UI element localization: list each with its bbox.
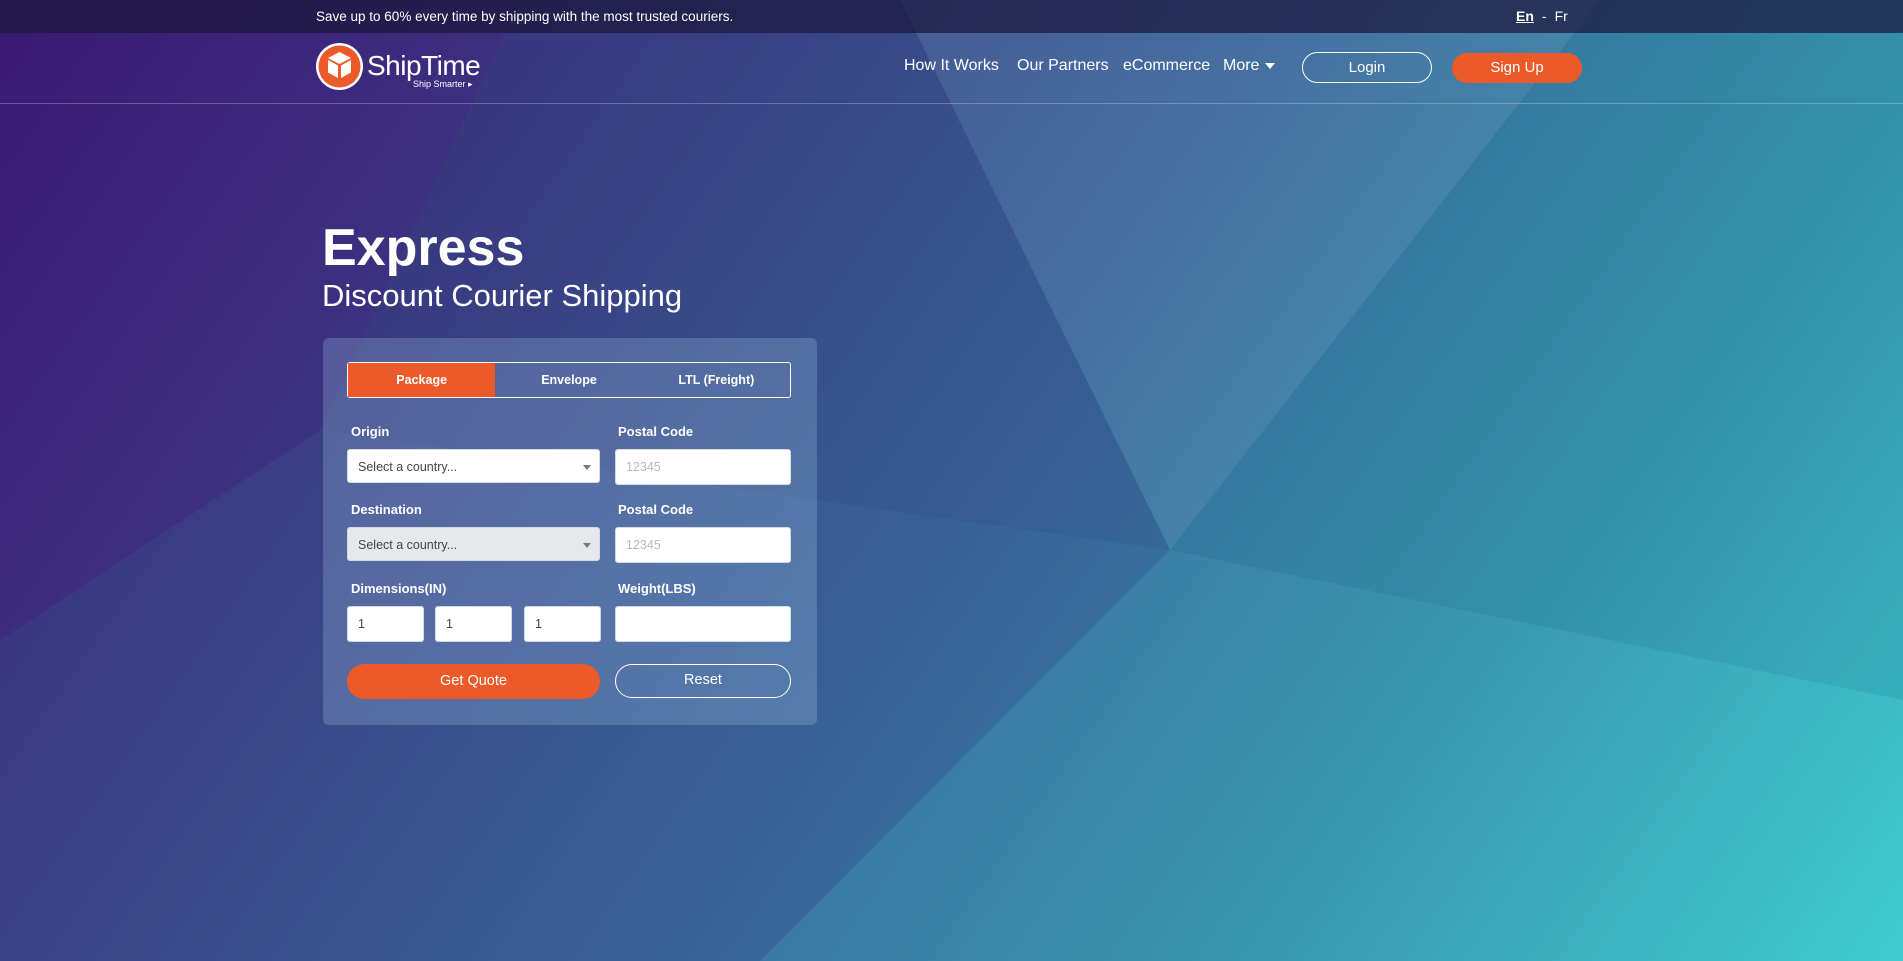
shiptime-logo[interactable]: ShipTime Ship Smarter ▸ xyxy=(316,42,486,94)
logo-wordmark: ShipTime xyxy=(367,50,481,81)
chevron-down-icon xyxy=(1265,62,1276,69)
tab-package[interactable]: Package xyxy=(348,363,496,397)
reset-button[interactable]: Reset xyxy=(615,664,791,698)
origin-label: Origin xyxy=(351,424,390,439)
lang-en-link[interactable]: En xyxy=(1516,8,1534,24)
origin-postal-label: Postal Code xyxy=(618,424,694,439)
signup-button[interactable]: Sign Up xyxy=(1452,53,1582,83)
quote-form-card: Package Envelope LTL (Freight) Origin Se… xyxy=(323,338,817,725)
nav-our-partners[interactable]: Our Partners xyxy=(1017,57,1109,75)
destination-label: Destination xyxy=(351,502,422,517)
hero-title: Express xyxy=(322,219,525,277)
dropdown-arrow-icon xyxy=(583,465,591,470)
dimension-height-input[interactable] xyxy=(524,606,601,642)
nav-more-label: More xyxy=(1223,57,1260,74)
language-switcher: En - Fr xyxy=(1516,8,1568,24)
destination-postal-label: Postal Code xyxy=(618,502,694,517)
tab-ltl-freight[interactable]: LTL (Freight) xyxy=(643,363,790,397)
origin-country-select[interactable]: Select a country... xyxy=(347,449,600,483)
dropdown-arrow-icon xyxy=(583,543,591,548)
lang-fr-link[interactable]: Fr xyxy=(1555,8,1568,24)
dimensions-label: Dimensions(IN) xyxy=(351,581,447,596)
login-button[interactable]: Login xyxy=(1302,52,1432,83)
dimension-width-input[interactable] xyxy=(435,606,512,642)
lang-separator: - xyxy=(1541,8,1547,24)
tab-envelope[interactable]: Envelope xyxy=(495,363,642,397)
main-nav: ShipTime Ship Smarter ▸ How It Works Our… xyxy=(0,33,1903,104)
weight-label: Weight(LBS) xyxy=(618,581,696,596)
origin-postal-input[interactable] xyxy=(615,449,791,485)
background-facets xyxy=(0,0,1903,961)
get-quote-button[interactable]: Get Quote xyxy=(347,664,600,699)
promo-bar: Save up to 60% every time by shipping wi… xyxy=(0,0,1903,33)
destination-postal-input[interactable] xyxy=(615,527,791,563)
logo-tagline: Ship Smarter ▸ xyxy=(413,79,473,89)
nav-how-it-works[interactable]: How It Works xyxy=(904,57,999,75)
nav-more[interactable]: More xyxy=(1223,57,1276,75)
dimension-length-input[interactable] xyxy=(347,606,424,642)
origin-country-value: Select a country... xyxy=(358,460,458,474)
destination-country-select[interactable]: Select a country... xyxy=(347,527,600,561)
promo-text: Save up to 60% every time by shipping wi… xyxy=(316,9,734,24)
weight-input[interactable] xyxy=(615,606,791,642)
destination-country-value: Select a country... xyxy=(358,538,458,552)
nav-ecommerce[interactable]: eCommerce xyxy=(1123,57,1210,75)
package-box-icon xyxy=(316,43,363,90)
shipment-type-tabs: Package Envelope LTL (Freight) xyxy=(347,362,791,398)
hero-subtitle: Discount Courier Shipping xyxy=(322,278,683,313)
